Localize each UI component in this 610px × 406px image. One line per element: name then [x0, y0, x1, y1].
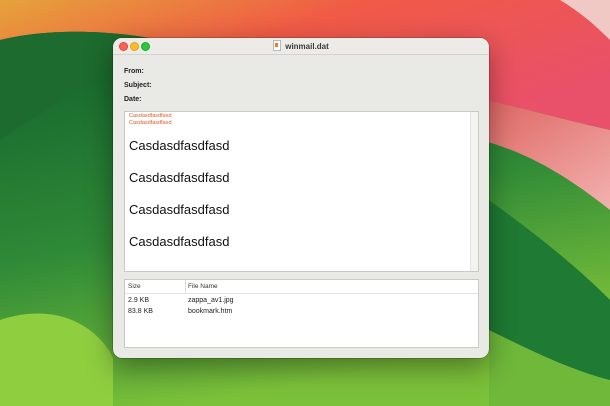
column-divider[interactable] — [185, 280, 186, 293]
title-bar[interactable]: winmail.dat — [113, 38, 489, 55]
attachment-file-name: zappa_av1.jpg — [188, 297, 234, 304]
window-title-text: winmail.dat — [285, 42, 329, 51]
attachment-size: 2.9 KB — [128, 297, 150, 304]
mail-viewer-window: winmail.dat From: Subject: Date: Casdasd… — [113, 38, 489, 358]
body-large-line: Casdasdfasdfasd — [129, 202, 230, 217]
body-large-line: Casdasdfasdfasd — [129, 170, 230, 185]
body-large-line: Casdasdfasdfasd — [129, 234, 230, 249]
body-scrollbar-track[interactable] — [470, 112, 478, 271]
attachments-table-header: Size File Name — [125, 280, 478, 294]
column-header-file-name[interactable]: File Name — [188, 283, 218, 291]
from-label: From: — [124, 68, 144, 75]
document-icon — [273, 40, 282, 51]
date-label: Date: — [124, 96, 142, 103]
attachment-size: 83.8 KB — [128, 308, 153, 315]
subject-label: Subject: — [124, 82, 152, 89]
attachments-table: Size File Name 2.9 KB zappa_av1.jpg 83.8… — [124, 279, 479, 348]
body-small-line: Casdasdfasdfasd — [129, 120, 172, 126]
body-small-line: Casdasdfasdfasd — [129, 113, 172, 119]
window-title: winmail.dat — [113, 40, 489, 53]
message-body-pane[interactable]: Casdasdfasdfasd Casdasdfasdfasd Casdasdf… — [124, 111, 479, 272]
attachment-file-name: bookmark.htm — [188, 308, 233, 315]
body-large-line: Casdasdfasdfasd — [129, 138, 230, 153]
column-header-size[interactable]: Size — [128, 283, 141, 291]
